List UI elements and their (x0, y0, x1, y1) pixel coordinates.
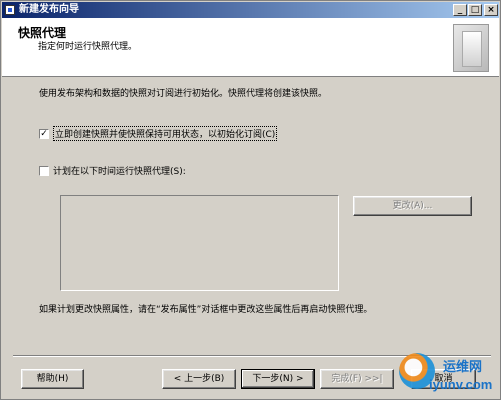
wizard-window: 新建发布向导 _ □ × 快照代理 指定何时运行快照代理。 使用发布架构和数据的… (0, 0, 501, 400)
close-button[interactable]: × (484, 4, 498, 16)
change-schedule-button[interactable]: 更改(A)... (353, 196, 472, 216)
create-snapshot-checkbox[interactable]: ✓ (39, 128, 49, 139)
schedule-label[interactable]: 计划在以下时间运行快照代理(S): (53, 164, 186, 177)
page-subtitle: 指定何时运行快照代理。 (38, 42, 138, 52)
watermark-line1: 运维网 (443, 360, 483, 375)
app-icon (5, 5, 15, 15)
next-button[interactable]: 下一步(N) > (241, 369, 315, 389)
wizard-header: 快照代理 指定何时运行快照代理。 (2, 18, 499, 77)
help-button[interactable]: 帮助(H) (21, 369, 84, 389)
wizard-header-icon (453, 24, 489, 72)
schedule-option[interactable]: 计划在以下时间运行快照代理(S): (39, 164, 186, 177)
title-bar[interactable]: 新建发布向导 _ □ × (2, 2, 499, 18)
site-watermark: 运维网 iyunv.com (399, 353, 499, 399)
note-text: 如果计划更改快照属性，请在“发布属性”对话框中更改这些属性后再启动快照代理。 (39, 305, 373, 315)
schedule-description-box (60, 195, 339, 291)
watermark-line2: iyunv.com (429, 377, 493, 392)
create-snapshot-option[interactable]: ✓ 立即创建快照并使快照保持可用状态，以初始化订阅(C) (39, 126, 278, 141)
minimize-button[interactable]: _ (453, 4, 467, 16)
finish-button[interactable]: 完成(F) >>| (320, 369, 394, 389)
schedule-checkbox[interactable] (39, 165, 49, 176)
intro-text: 使用发布架构和数据的快照对订阅进行初始化。快照代理将创建该快照。 (39, 89, 328, 99)
maximize-button[interactable]: □ (468, 4, 482, 16)
window-title: 新建发布向导 (19, 4, 79, 15)
back-button[interactable]: < 上一步(B) (162, 369, 236, 389)
create-snapshot-label[interactable]: 立即创建快照并使快照保持可用状态，以初始化订阅(C) (53, 126, 278, 141)
